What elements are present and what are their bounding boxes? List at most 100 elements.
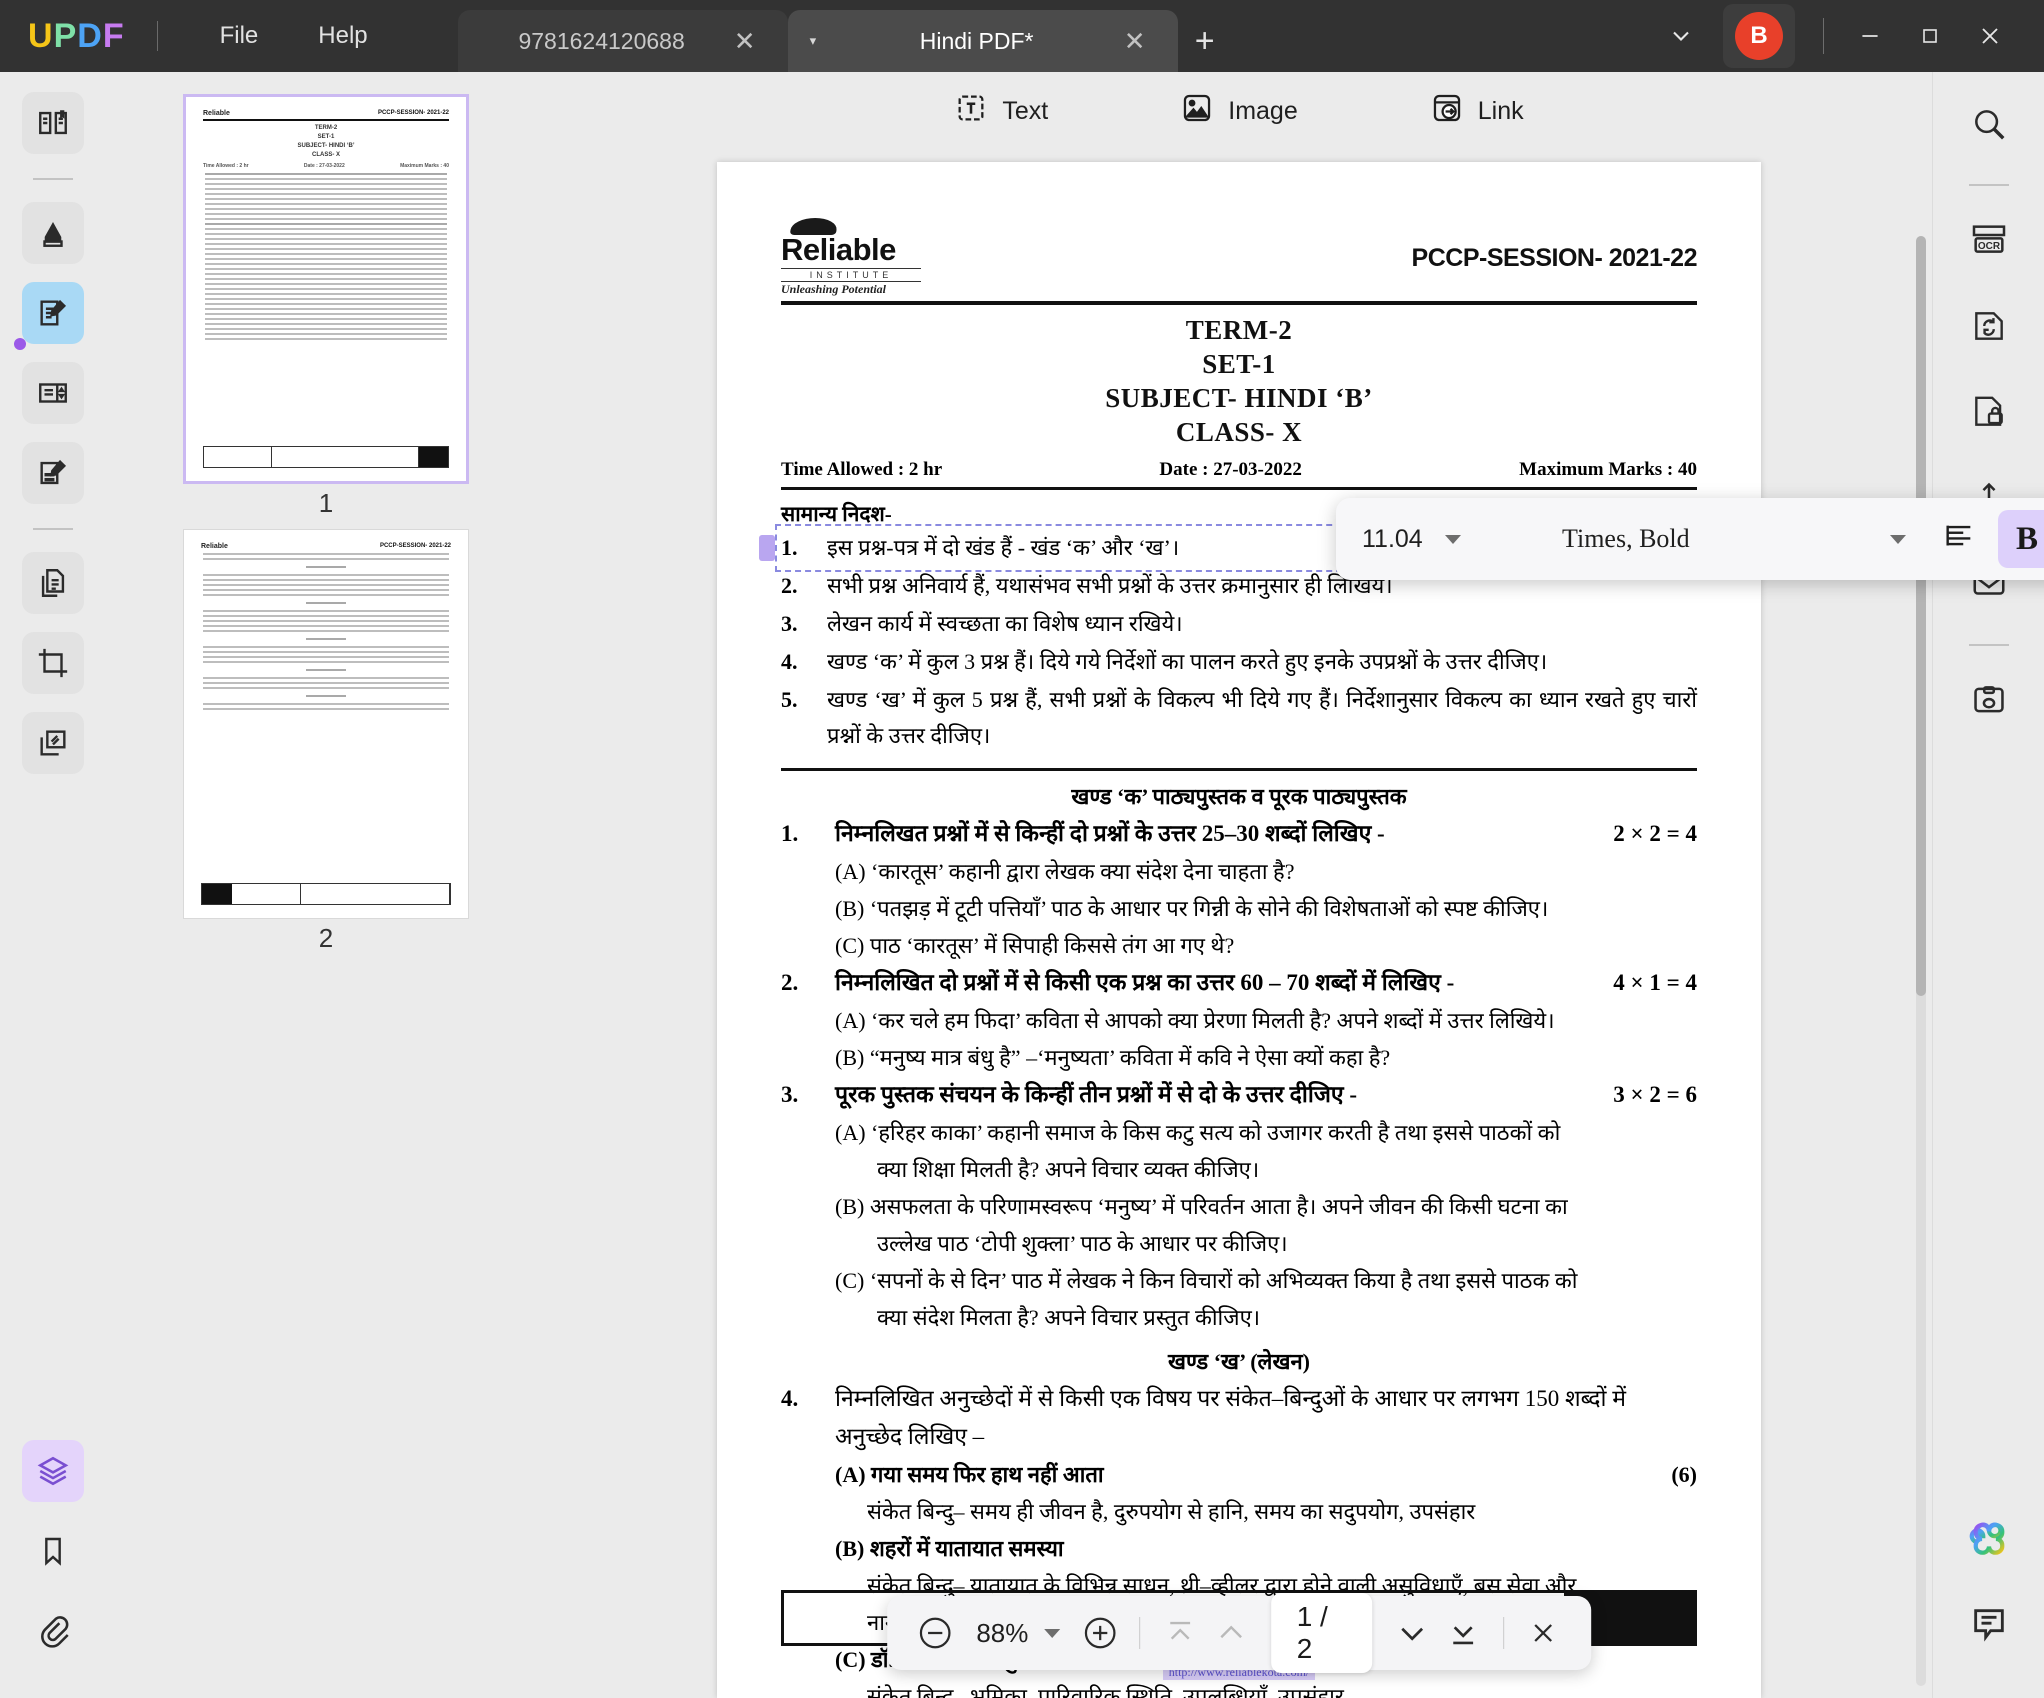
question-text: निम्नलिखित अनुच्छेदों में से किसी एक विष… [835, 1380, 1697, 1456]
search-button[interactable] [1957, 94, 2021, 158]
sidebar-item-edit-pdf[interactable] [22, 282, 84, 344]
menu-file[interactable]: File [190, 16, 289, 56]
tab-bar: 9781624120688 ✕ ▾ Hindi PDF* ✕ + [458, 0, 1232, 72]
question-sub[interactable]: (C) पाठ ‘कारतूस’ में सिपाही किससे तंग आ … [781, 927, 1697, 964]
question-sub[interactable]: (C) ‘सपनों के से दिन’ पाठ में लेखक ने कि… [781, 1262, 1697, 1299]
tab-9781624120688[interactable]: 9781624120688 ✕ [458, 10, 788, 72]
question-sub[interactable]: (A) ‘कारतूस’ कहानी द्वारा लेखक क्या संदे… [781, 853, 1697, 890]
question-sub[interactable]: उल्लेख पाठ ‘टोपी शुक्ला’ पाठ के आधार पर … [781, 1225, 1697, 1262]
question-sub[interactable]: (A) ‘हरिहर काका’ कहानी समाज के किस कटु स… [781, 1114, 1697, 1151]
topic-row[interactable]: (A) गया समय फिर हाथ नहीं आता (6) [781, 1456, 1697, 1493]
document-scrollbar[interactable] [1916, 236, 1926, 1686]
tab-menu-caret-icon[interactable]: ▾ [810, 33, 840, 49]
question-sub[interactable]: (B) ‘पतझड़ में टूटी पत्तियाँ’ पाठ के आधा… [781, 890, 1697, 927]
new-tab-button[interactable]: + [1178, 10, 1232, 72]
zoom-level-value[interactable]: 88% [976, 1618, 1028, 1649]
bold-button[interactable]: B [1998, 510, 2044, 568]
sidebar-item-page-copy[interactable] [22, 552, 84, 614]
title-line-2: SET-1 [781, 347, 1697, 381]
instruction-row[interactable]: 4. खण्ड ‘क’ में कुल 3 प्रश्न हैं। दिये ग… [781, 644, 1697, 680]
sidebar-item-highlighter[interactable] [22, 202, 84, 264]
edit-tool-text[interactable]: Text [938, 83, 1064, 140]
tab-close-icon[interactable]: ✕ [724, 20, 766, 62]
question-sub[interactable]: (A) ‘कर चले हम फिदा’ कविता से आपको क्या … [781, 1002, 1697, 1039]
sidebar-item-layers[interactable] [22, 1440, 84, 1502]
sidebar-item-attachment[interactable] [22, 1600, 84, 1662]
previous-page-button[interactable] [1206, 1605, 1257, 1661]
minimize-button[interactable] [1842, 8, 1898, 64]
topic-hint[interactable]: संकेत बिन्दु– समय ही जीवन है, दुरुपयोग स… [781, 1493, 1697, 1530]
font-family-value: Times, Bold [1562, 524, 1690, 554]
comments-button[interactable] [1957, 1594, 2021, 1658]
instruction-row[interactable]: 3. लेखन कार्य में स्वच्छता का विशेष ध्या… [781, 606, 1697, 642]
next-page-button[interactable] [1386, 1605, 1437, 1661]
zoom-out-button[interactable] [909, 1605, 960, 1661]
question-text: निम्नलिखित दो प्रश्नों में से किसी एक प्… [835, 964, 1599, 1002]
chevron-down-icon[interactable] [1044, 1629, 1060, 1638]
thumbnail-page-2[interactable]: Reliable PCCP-SESSION- 2021-22 [183, 529, 469, 954]
maximize-button[interactable] [1902, 8, 1958, 64]
zoom-navigation-bar[interactable]: 88% 1 / 2 [887, 1596, 1591, 1670]
rail-divider-1 [33, 178, 73, 180]
rrail-divider-2 [1969, 644, 2009, 646]
convert-button[interactable] [1957, 296, 2021, 360]
font-size-selector[interactable]: 11.04 [1362, 525, 1532, 554]
app-body: Reliable PCCP-SESSION- 2021-22 TERM-2SET… [0, 72, 2044, 1698]
tab-hindi-pdf[interactable]: ▾ Hindi PDF* ✕ [788, 10, 1178, 72]
sidebar-item-crop[interactable] [22, 632, 84, 694]
thumbnail-page-1[interactable]: Reliable PCCP-SESSION- 2021-22 TERM-2SET… [183, 94, 469, 519]
question-sub[interactable]: (B) “मनुष्य मात्र बंधु है” –‘मनुष्यता’ क… [781, 1039, 1697, 1076]
font-family-selector[interactable]: Times, Bold [1532, 524, 1920, 554]
zoom-in-button[interactable] [1074, 1605, 1125, 1661]
topic-label[interactable]: (B) शहरों में यातायात समस्या [781, 1530, 1697, 1567]
edit-tool-image[interactable]: Image [1164, 83, 1313, 140]
sidebar-item-organize-pages[interactable] [22, 362, 84, 424]
graduation-cap-icon [790, 218, 838, 235]
thumbnail-frame[interactable]: Reliable PCCP-SESSION- 2021-22 [183, 529, 469, 919]
institute-tagline: Unleashing Potential [781, 282, 921, 297]
sidebar-item-annotate[interactable] [22, 442, 84, 504]
close-zoombar-button[interactable] [1518, 1605, 1569, 1661]
page-thumbnail-panel[interactable]: Reliable PCCP-SESSION- 2021-22 TERM-2SET… [106, 72, 546, 1698]
time-allowed: Time Allowed : 2 hr [781, 459, 942, 481]
document-scroll-area[interactable]: Reliable INSTITUTE Unleashing Potential … [546, 150, 1932, 1698]
align-left-button[interactable] [1930, 510, 1988, 568]
close-button[interactable] [1962, 8, 2018, 64]
sidebar-item-reader-mode[interactable] [22, 92, 84, 154]
sidebar-item-bookmark[interactable] [22, 1520, 84, 1582]
question-row[interactable]: 1. निम्नलिखत प्रश्नों में से किन्हीं दो … [781, 815, 1697, 853]
topic-marks: (6) [1671, 1456, 1697, 1493]
ai-assistant-button[interactable] [1957, 1508, 2021, 1572]
menu-help[interactable]: Help [288, 16, 397, 56]
account-button[interactable]: B [1723, 4, 1795, 68]
first-page-button[interactable] [1154, 1605, 1205, 1661]
thumbnail-frame[interactable]: Reliable PCCP-SESSION- 2021-22 TERM-2SET… [183, 94, 469, 484]
question-row[interactable]: 3. पूरक पुस्तक संचयन के किन्हीं तीन प्रश… [781, 1076, 1697, 1114]
protect-button[interactable] [1957, 382, 2021, 446]
text-format-toolbar[interactable]: 11.04 Times, Bold B I ˅ [1336, 498, 2044, 580]
question-sub[interactable]: क्या संदेश मिलता है? अपने विचार प्रस्तुत… [781, 1299, 1697, 1336]
sidebar-item-batch[interactable] [22, 712, 84, 774]
pdf-page-1[interactable]: Reliable INSTITUTE Unleashing Potential … [717, 162, 1761, 1698]
thumb-institute-logo: Reliable [203, 110, 230, 117]
tab-close-icon[interactable]: ✕ [1114, 20, 1156, 62]
chevron-down-icon[interactable] [1653, 8, 1709, 64]
instruction-row[interactable]: 5. खण्ड ‘ख’ में कुल 5 प्रश्न हैं, सभी प्… [781, 682, 1697, 754]
scrollbar-thumb[interactable] [1916, 236, 1926, 996]
ocr-button[interactable]: OCR [1957, 210, 2021, 274]
last-page-button[interactable] [1438, 1605, 1489, 1661]
comment-icon [1969, 1604, 2009, 1649]
save-button[interactable] [1957, 670, 2021, 734]
edit-tool-link[interactable]: Link [1414, 83, 1540, 140]
question-row[interactable]: 2. निम्नलिखित दो प्रश्नों में से किसी एक… [781, 964, 1697, 1002]
page-indicator[interactable]: 1 / 2 [1271, 1593, 1373, 1673]
selection-handle-left[interactable] [759, 535, 775, 561]
title-line-4: CLASS- X [781, 415, 1697, 449]
chevron-down-icon[interactable] [1445, 535, 1461, 544]
question-sub[interactable]: क्या शिक्षा मिलती है? अपने विचार व्यक्त … [781, 1151, 1697, 1188]
instruction-text: खण्ड ‘क’ में कुल 3 प्रश्न हैं। दिये गये … [827, 644, 1697, 680]
question-sub[interactable]: (B) असफलता के परिणामस्वरूप ‘मनुष्य’ में … [781, 1188, 1697, 1225]
question-row[interactable]: 4. निम्नलिखित अनुच्छेदों में से किसी एक … [781, 1380, 1697, 1456]
topic-hint[interactable]: संकेत बिन्दु– भूमिका, पारिवारिक स्थिति, … [781, 1678, 1697, 1698]
chevron-down-icon[interactable] [1890, 535, 1906, 544]
